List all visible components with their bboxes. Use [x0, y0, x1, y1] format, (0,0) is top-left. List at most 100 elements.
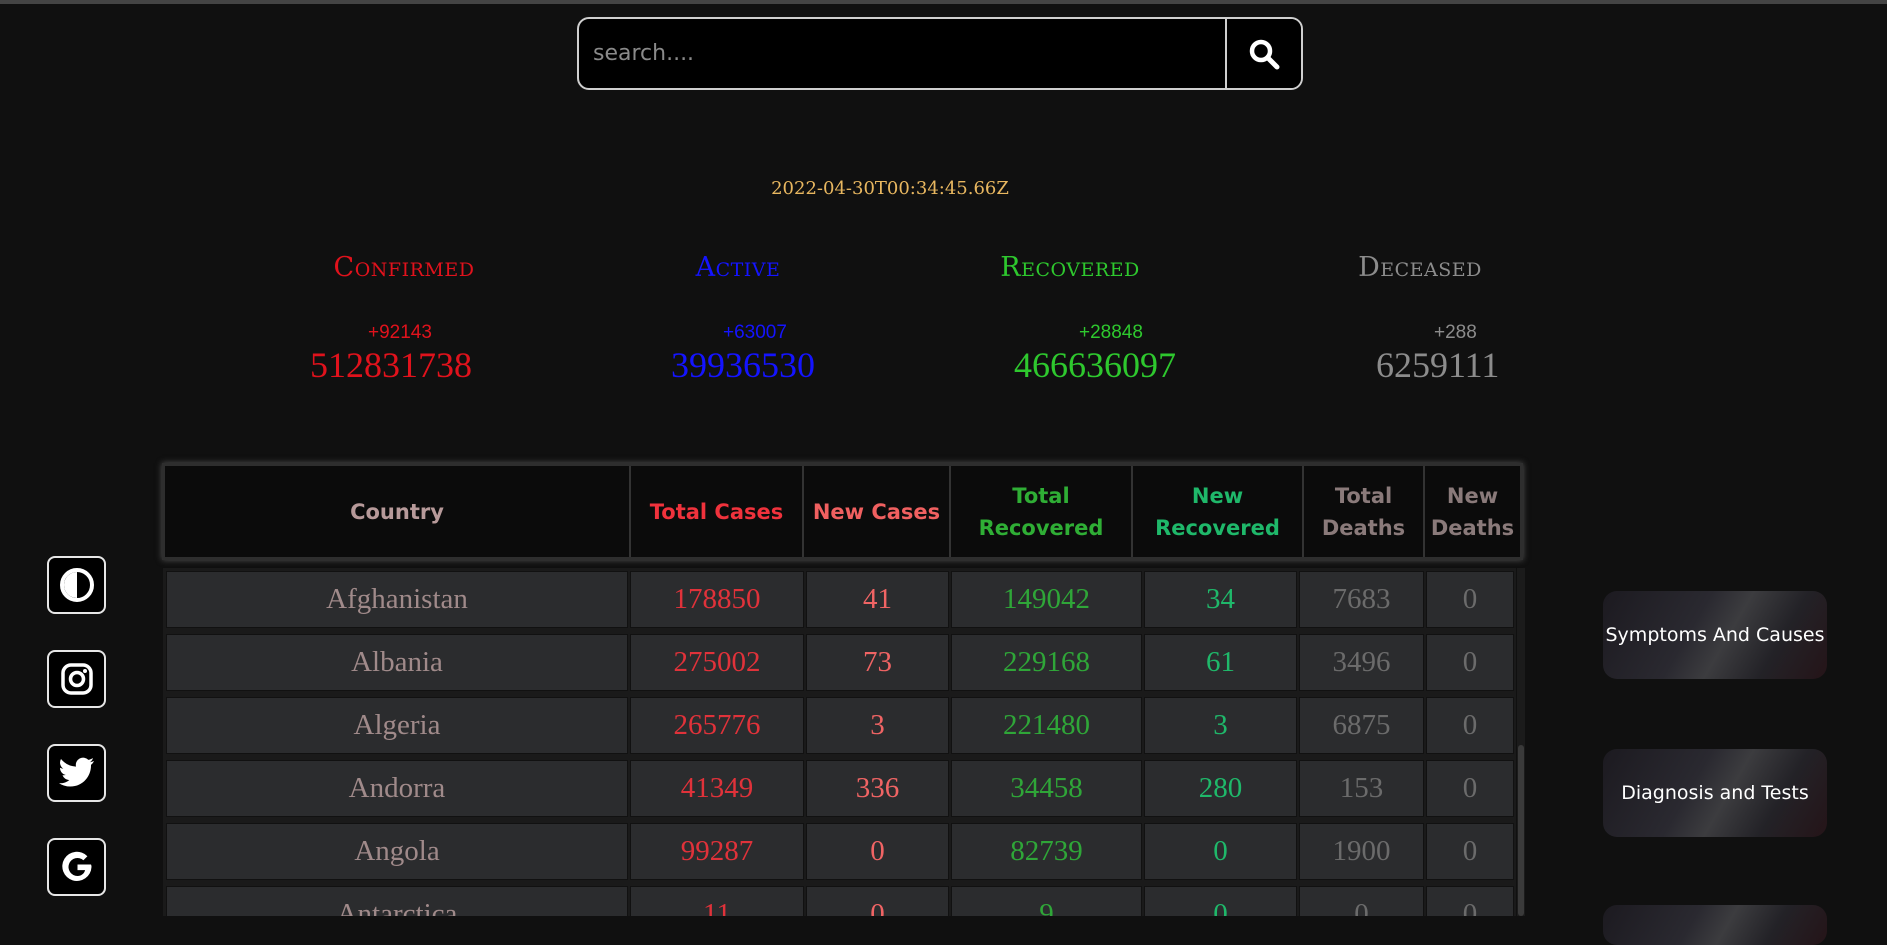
search-input[interactable]: [579, 19, 1225, 88]
value-cell: 221480: [951, 697, 1142, 754]
value-cell: 0: [1426, 697, 1514, 754]
value-cell: 1900: [1299, 823, 1424, 880]
stat-total: 512831738: [310, 345, 472, 385]
value-cell: 61: [1144, 634, 1297, 691]
theme-toggle-button[interactable]: [47, 556, 106, 614]
stat-total: 39936530: [671, 345, 815, 385]
twitter-icon: [58, 757, 94, 787]
value-cell: 0: [806, 823, 949, 880]
instagram-icon: [60, 663, 93, 695]
value-cell: 3496: [1299, 634, 1424, 691]
stat-title: Deceased: [1358, 252, 1482, 283]
col-total-deaths[interactable]: Total Deaths: [1304, 466, 1425, 557]
value-cell: 3: [806, 697, 949, 754]
top-divider: [0, 0, 1887, 4]
value-cell: 99287: [630, 823, 804, 880]
table-row[interactable]: Algeria 265776 3 221480 3 6875 0: [163, 694, 1516, 757]
country-cell: Antarctica: [166, 886, 628, 916]
search-bar: [577, 17, 1303, 90]
stat-delta: +63007: [723, 322, 787, 343]
col-label: New: [1191, 483, 1244, 508]
value-cell: 178850: [630, 571, 804, 628]
table-header: Country Total Cases New Cases Total Recov…: [162, 463, 1523, 560]
country-cell: Albania: [166, 634, 628, 691]
stat-delta: +92143: [368, 322, 432, 343]
value-cell: 3: [1144, 697, 1297, 754]
col-label: Deaths: [1321, 515, 1406, 540]
col-label: Total: [1012, 483, 1070, 508]
stat-total: 466636097: [1014, 345, 1176, 385]
country-cell: Algeria: [166, 697, 628, 754]
col-new-recovered[interactable]: New Recovered: [1133, 466, 1304, 557]
next-card[interactable]: [1603, 905, 1827, 945]
table-row[interactable]: Angola 99287 0 82739 0 1900 0: [163, 820, 1516, 883]
contrast-icon: [59, 568, 94, 602]
col-label: Recovered: [978, 515, 1104, 540]
col-label: New: [1446, 483, 1499, 508]
value-cell: 82739: [951, 823, 1142, 880]
stat-total: 6259111: [1376, 345, 1500, 385]
table-row[interactable]: Afghanistan 178850 41 149042 34 7683 0: [163, 568, 1516, 631]
col-total-recovered[interactable]: Total Recovered: [951, 466, 1133, 557]
stat-deceased: Deceased +288 6259111: [1270, 252, 1570, 385]
stat-confirmed: Confirmed +92143 512831738: [254, 252, 554, 385]
country-cell: Angola: [166, 823, 628, 880]
col-label: New Cases: [812, 499, 941, 524]
value-cell: 0: [1144, 886, 1297, 916]
google-link[interactable]: [47, 838, 106, 896]
twitter-link[interactable]: [47, 744, 106, 802]
value-cell: 149042: [951, 571, 1142, 628]
value-cell: 9: [951, 886, 1142, 916]
country-cell: Afghanistan: [166, 571, 628, 628]
value-cell: 0: [1426, 823, 1514, 880]
stat-active: Active +63007 39936530: [588, 252, 888, 385]
value-cell: 6875: [1299, 697, 1424, 754]
instagram-link[interactable]: [47, 650, 106, 708]
search-button[interactable]: [1225, 19, 1301, 88]
value-cell: 0: [1299, 886, 1424, 916]
last-updated-timestamp: 2022-04-30T00:34:45.66Z: [771, 178, 1009, 199]
col-label: Recovered: [1155, 515, 1280, 540]
value-cell: 11: [630, 886, 804, 916]
country-cell: Andorra: [166, 760, 628, 817]
value-cell: 34458: [951, 760, 1142, 817]
value-cell: 0: [1144, 823, 1297, 880]
value-cell: 41349: [630, 760, 804, 817]
value-cell: 265776: [630, 697, 804, 754]
col-total-cases[interactable]: Total Cases: [631, 466, 804, 557]
value-cell: 0: [1426, 760, 1514, 817]
table-row[interactable]: Albania 275002 73 229168 61 3496 0: [163, 631, 1516, 694]
col-label: Deaths: [1430, 515, 1515, 540]
col-label: Total: [1334, 483, 1393, 508]
table-row[interactable]: Andorra 41349 336 34458 280 153 0: [163, 757, 1516, 820]
value-cell: 153: [1299, 760, 1424, 817]
google-icon: [61, 851, 91, 881]
value-cell: 41: [806, 571, 949, 628]
col-label: Total Cases: [649, 499, 784, 524]
col-country[interactable]: Country: [165, 466, 631, 557]
value-cell: 275002: [630, 634, 804, 691]
value-cell: 34: [1144, 571, 1297, 628]
value-cell: 229168: [951, 634, 1142, 691]
table-scrollbar-thumb[interactable]: [1518, 745, 1524, 916]
value-cell: 280: [1144, 760, 1297, 817]
card-label: Symptoms And Causes: [1605, 624, 1825, 646]
table-row[interactable]: Antarctica 11 0 9 0 0 0: [163, 883, 1516, 916]
search-icon: [1249, 39, 1280, 69]
stat-recovered: Recovered +28848 466636097: [920, 252, 1220, 385]
symptoms-and-causes-card[interactable]: Symptoms And Causes: [1603, 591, 1827, 679]
diagnosis-and-tests-card[interactable]: Diagnosis and Tests: [1603, 749, 1827, 837]
stat-delta: +288: [1434, 322, 1477, 343]
value-cell: 336: [806, 760, 949, 817]
value-cell: 0: [1426, 886, 1514, 916]
col-new-cases[interactable]: New Cases: [804, 466, 951, 557]
value-cell: 0: [1426, 634, 1514, 691]
table-body[interactable]: Afghanistan 178850 41 149042 34 7683 0 Albania 2…: [163, 568, 1516, 916]
value-cell: 0: [1426, 571, 1514, 628]
value-cell: 7683: [1299, 571, 1424, 628]
stat-title: Confirmed: [333, 252, 475, 283]
stat-title: Recovered: [1000, 252, 1140, 283]
col-new-deaths[interactable]: New Deaths: [1425, 466, 1520, 557]
card-label: Diagnosis and Tests: [1621, 782, 1809, 804]
stat-delta: +28848: [1079, 322, 1143, 343]
